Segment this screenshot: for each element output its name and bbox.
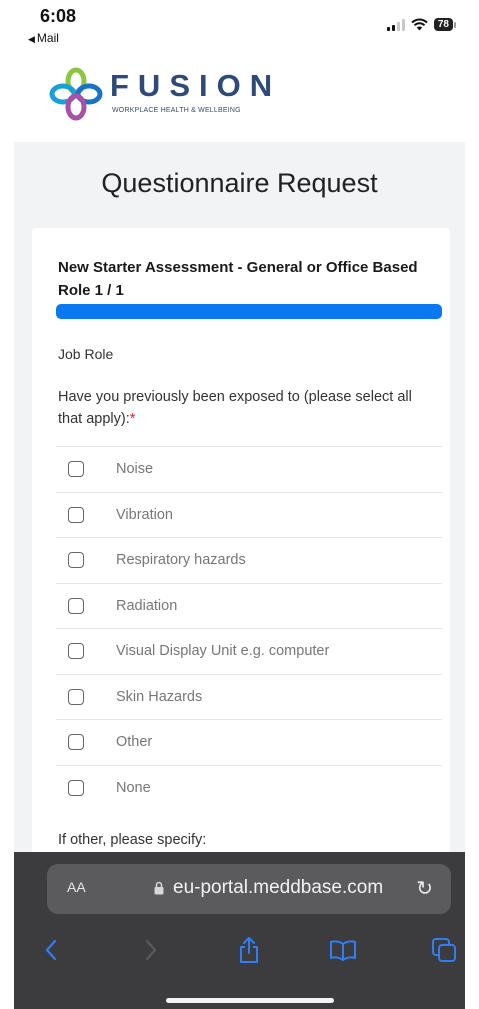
question-text: Have you previously been exposed to (ple… <box>58 389 412 427</box>
checkbox[interactable] <box>68 552 84 569</box>
option-none[interactable]: None <box>56 764 442 811</box>
browser-nav-toolbar <box>14 930 465 970</box>
option-label: Visual Display Unit e.g. computer <box>116 643 330 660</box>
option-other[interactable]: Other <box>56 719 442 765</box>
back-triangle-icon: ◀ <box>28 34 35 44</box>
battery-icon: 78 <box>433 18 457 31</box>
option-label: Skin Hazards <box>116 688 203 705</box>
status-time: 6:08 <box>40 6 77 26</box>
option-label: Radiation <box>116 597 178 614</box>
status-icons: 78 <box>386 18 457 31</box>
option-visual-display-unit[interactable]: Visual Display Unit e.g. computer <box>56 628 442 674</box>
status-bar: 6:08 ◀ Mail 78 <box>0 0 479 52</box>
required-marker: * <box>129 411 136 427</box>
exposure-question: Have you previously been exposed to (ple… <box>58 386 428 430</box>
page-title: Questionnaire Request <box>101 168 378 198</box>
page-content: Questionnaire Request New Starter Assess… <box>14 142 465 868</box>
option-label: Vibration <box>116 506 173 523</box>
job-role-label: Job Role <box>58 346 114 362</box>
back-app-label: Mail <box>36 31 59 45</box>
tabs-button[interactable] <box>428 930 460 970</box>
checkbox[interactable] <box>68 506 84 523</box>
share-button[interactable] <box>233 930 265 970</box>
checkbox[interactable] <box>68 597 84 614</box>
share-icon <box>240 937 258 963</box>
fusion-logo-icon <box>49 67 103 121</box>
brand-name: FUSION <box>110 68 282 103</box>
back-button[interactable] <box>36 930 66 970</box>
section-title: New Starter Assessment - General or Offi… <box>58 259 418 299</box>
tabs-icon <box>432 938 456 962</box>
bookmarks-icon <box>330 940 356 961</box>
option-label: Respiratory hazards <box>116 552 246 569</box>
option-respiratory-hazards[interactable]: Respiratory hazards <box>56 537 442 583</box>
progress-bar <box>56 304 442 319</box>
option-noise[interactable]: Noise <box>56 446 442 492</box>
checkbox[interactable] <box>68 734 84 751</box>
option-radiation[interactable]: Radiation <box>56 582 442 629</box>
text-size-button[interactable]: AA <box>67 879 86 895</box>
site-header: FUSION WORKPLACE HEALTH & WELLBEING <box>0 52 479 142</box>
lock-icon <box>154 881 164 895</box>
checkbox[interactable] <box>68 461 84 478</box>
forward-icon <box>145 939 157 961</box>
option-vibration[interactable]: Vibration <box>56 491 442 538</box>
questionnaire-card: New Starter Assessment - General or Offi… <box>32 228 450 868</box>
signal-icon <box>386 18 405 31</box>
option-label: Other <box>116 734 153 751</box>
bookmarks-button[interactable] <box>326 930 360 970</box>
checkbox[interactable] <box>68 688 84 705</box>
option-label: Noise <box>116 461 154 478</box>
checkbox[interactable] <box>68 643 84 660</box>
forward-button[interactable] <box>136 930 166 970</box>
back-icon <box>45 939 57 961</box>
option-skin-hazards[interactable]: Skin Hazards <box>56 673 442 720</box>
exposure-options-list: Noise Vibration Respiratory hazards Radi… <box>56 446 442 810</box>
brand-tagline: WORKPLACE HEALTH & WELLBEING <box>112 107 241 114</box>
address-bar[interactable]: AA eu-portal.meddbase.com ↻ <box>47 864 451 914</box>
option-label: None <box>116 779 151 796</box>
url-text[interactable]: eu-portal.meddbase.com <box>173 877 383 899</box>
other-specify-label: If other, please specify: <box>58 832 207 848</box>
home-indicator <box>166 998 334 1003</box>
back-to-app-link[interactable]: ◀ Mail <box>28 31 59 45</box>
browser-toolbar: AA eu-portal.meddbase.com ↻ <box>14 852 465 1009</box>
checkbox[interactable] <box>68 779 84 796</box>
reload-icon[interactable]: ↻ <box>416 876 433 901</box>
wifi-icon <box>411 18 428 31</box>
